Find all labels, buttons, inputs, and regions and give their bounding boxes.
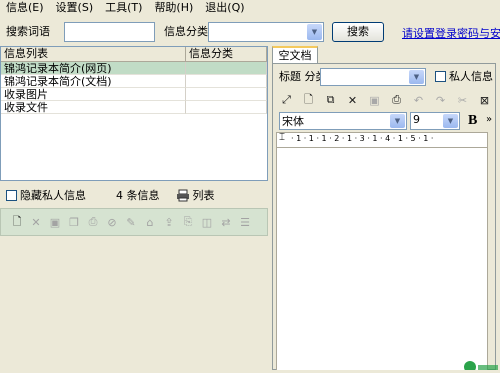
list-item-title: 收录图片 [1, 88, 186, 101]
exit-icon[interactable]: ⊠ [477, 93, 492, 108]
doc-category-select[interactable]: ▼ [320, 68, 426, 86]
attach-icon[interactable]: ⎘ [180, 214, 196, 230]
new-page-icon[interactable]: 🗋 [301, 93, 316, 108]
font-name-value: 宋体 [282, 115, 304, 128]
hide-private-checkbox[interactable] [6, 189, 17, 201]
properties-icon[interactable]: ☰ [237, 214, 253, 230]
watermark-logo [464, 358, 500, 373]
font-name-select[interactable]: 宋体 ▼ [279, 112, 407, 130]
private-info-label: 私人信息 [449, 70, 493, 83]
redo-icon[interactable]: ↷ [433, 93, 448, 108]
menu-info[interactable]: 信息(E) [0, 0, 50, 16]
list-status-bar: 隐藏私人信息 4 条信息 列表 [0, 183, 268, 207]
ruler-scale: · 1 · 1 · 1 · 2 · 1 · 3 · 1 · 4 · 1 · 5 … [291, 134, 434, 143]
column-header-title[interactable]: 信息列表 [1, 47, 186, 61]
category-label: 信息分类 [164, 25, 208, 38]
tab-empty-document[interactable]: 空文档 [272, 46, 318, 64]
search-button[interactable]: 搜索 [332, 22, 384, 42]
export-icon[interactable]: ⇪ [161, 214, 177, 230]
chevron-right-icon[interactable]: » [486, 114, 492, 125]
info-count: 4 条信息 [116, 189, 160, 202]
menu-settings[interactable]: 设置(S) [50, 0, 100, 16]
print-icon[interactable]: ⎙ [85, 214, 101, 230]
record-toolbar: 🗋 ✕ ▣ ❐ ⎙ ⊘ ✎ ⌂ ⇪ ⎘ ◫ ⇄ ☰ [0, 208, 268, 236]
open-folder-icon[interactable]: ⌂ [142, 214, 158, 230]
list-item-category [186, 88, 267, 101]
lock-icon[interactable]: ◫ [199, 214, 215, 230]
cut-icon[interactable]: ✂ [455, 93, 470, 108]
font-size-select[interactable]: 9 ▼ [410, 112, 460, 130]
indent-marker-icon[interactable]: ⌶ [279, 132, 285, 143]
new-document-icon[interactable]: 🗋 [9, 214, 25, 230]
document-toolbar: ⤢ 🗋 ⧉ ✕ ▣ ⎙ ↶ ↷ ✂ ⊠ [279, 90, 493, 110]
copy-record-icon[interactable]: ❐ [66, 214, 82, 230]
list-item-category [186, 75, 267, 88]
search-bar: 搜索词语 信息分类 ▼ 搜索 请设置登录密码与安全 [0, 18, 500, 46]
menu-bar: 信息(E) 设置(S) 工具(T) 帮助(H) 退出(Q) [0, 0, 500, 16]
category-select[interactable]: ▼ [208, 22, 324, 42]
list-item-category [186, 62, 267, 75]
save-icon[interactable]: ▣ [367, 93, 382, 108]
delete-icon[interactable]: ✕ [28, 214, 44, 230]
list-item-title: 收录文件 [1, 101, 186, 114]
insert-page-icon[interactable]: ⧉ [323, 93, 338, 108]
view-list-button[interactable]: 列表 [176, 187, 215, 203]
list-header: 信息列表 信息分类 [1, 47, 267, 62]
save-icon[interactable]: ▣ [47, 214, 63, 230]
list-item-title: 锦鸿记录本简介(文档) [1, 75, 186, 88]
preview-area [0, 236, 268, 370]
list-item[interactable]: 收录图片 [1, 88, 267, 101]
keyword-label: 搜索词语 [6, 25, 50, 38]
printer-icon [176, 189, 189, 201]
menu-help[interactable]: 帮助(H) [148, 0, 199, 16]
fullscreen-icon[interactable]: ⤢ [279, 93, 294, 108]
hide-private-label: 隐藏私人信息 [20, 189, 86, 202]
list-item[interactable]: 锦鸿记录本简介(网页) [1, 62, 267, 75]
font-size-value: 9 [413, 113, 420, 126]
list-item-category [186, 101, 267, 114]
undo-icon[interactable]: ↶ [411, 93, 426, 108]
view-list-label: 列表 [192, 189, 215, 202]
list-item[interactable]: 锦鸿记录本简介(文档) [1, 75, 267, 88]
menu-tools[interactable]: 工具(T) [99, 0, 148, 16]
menu-exit[interactable]: 退出(Q) [199, 0, 250, 16]
chevron-down-icon[interactable]: ▼ [443, 114, 458, 128]
chevron-down-icon[interactable]: ▼ [390, 114, 405, 128]
cancel-icon[interactable]: ⊘ [104, 214, 120, 230]
set-password-link[interactable]: 请设置登录密码与安全 [402, 25, 500, 41]
ruler: ⌶ · 1 · 1 · 1 · 2 · 1 · 3 · 1 · 4 · 1 · … [276, 132, 488, 148]
print-icon[interactable]: ⎙ [389, 93, 404, 108]
keyword-input[interactable] [64, 22, 155, 42]
list-item[interactable]: 收录文件 [1, 101, 267, 114]
move-icon[interactable]: ⇄ [218, 214, 234, 230]
info-list: 信息列表 信息分类 锦鸿记录本简介(网页) 锦鸿记录本简介(文档) 收录图片 收… [0, 46, 268, 181]
document-editor[interactable] [276, 148, 488, 370]
column-header-category[interactable]: 信息分类 [186, 47, 267, 61]
close-icon[interactable]: ✕ [345, 93, 360, 108]
list-item-title: 锦鸿记录本简介(网页) [1, 62, 186, 75]
bold-button[interactable]: B [468, 113, 477, 129]
chevron-down-icon[interactable]: ▼ [409, 70, 424, 84]
edit-icon[interactable]: ✎ [123, 214, 139, 230]
chevron-down-icon[interactable]: ▼ [307, 24, 322, 40]
private-info-checkbox[interactable] [435, 71, 446, 82]
